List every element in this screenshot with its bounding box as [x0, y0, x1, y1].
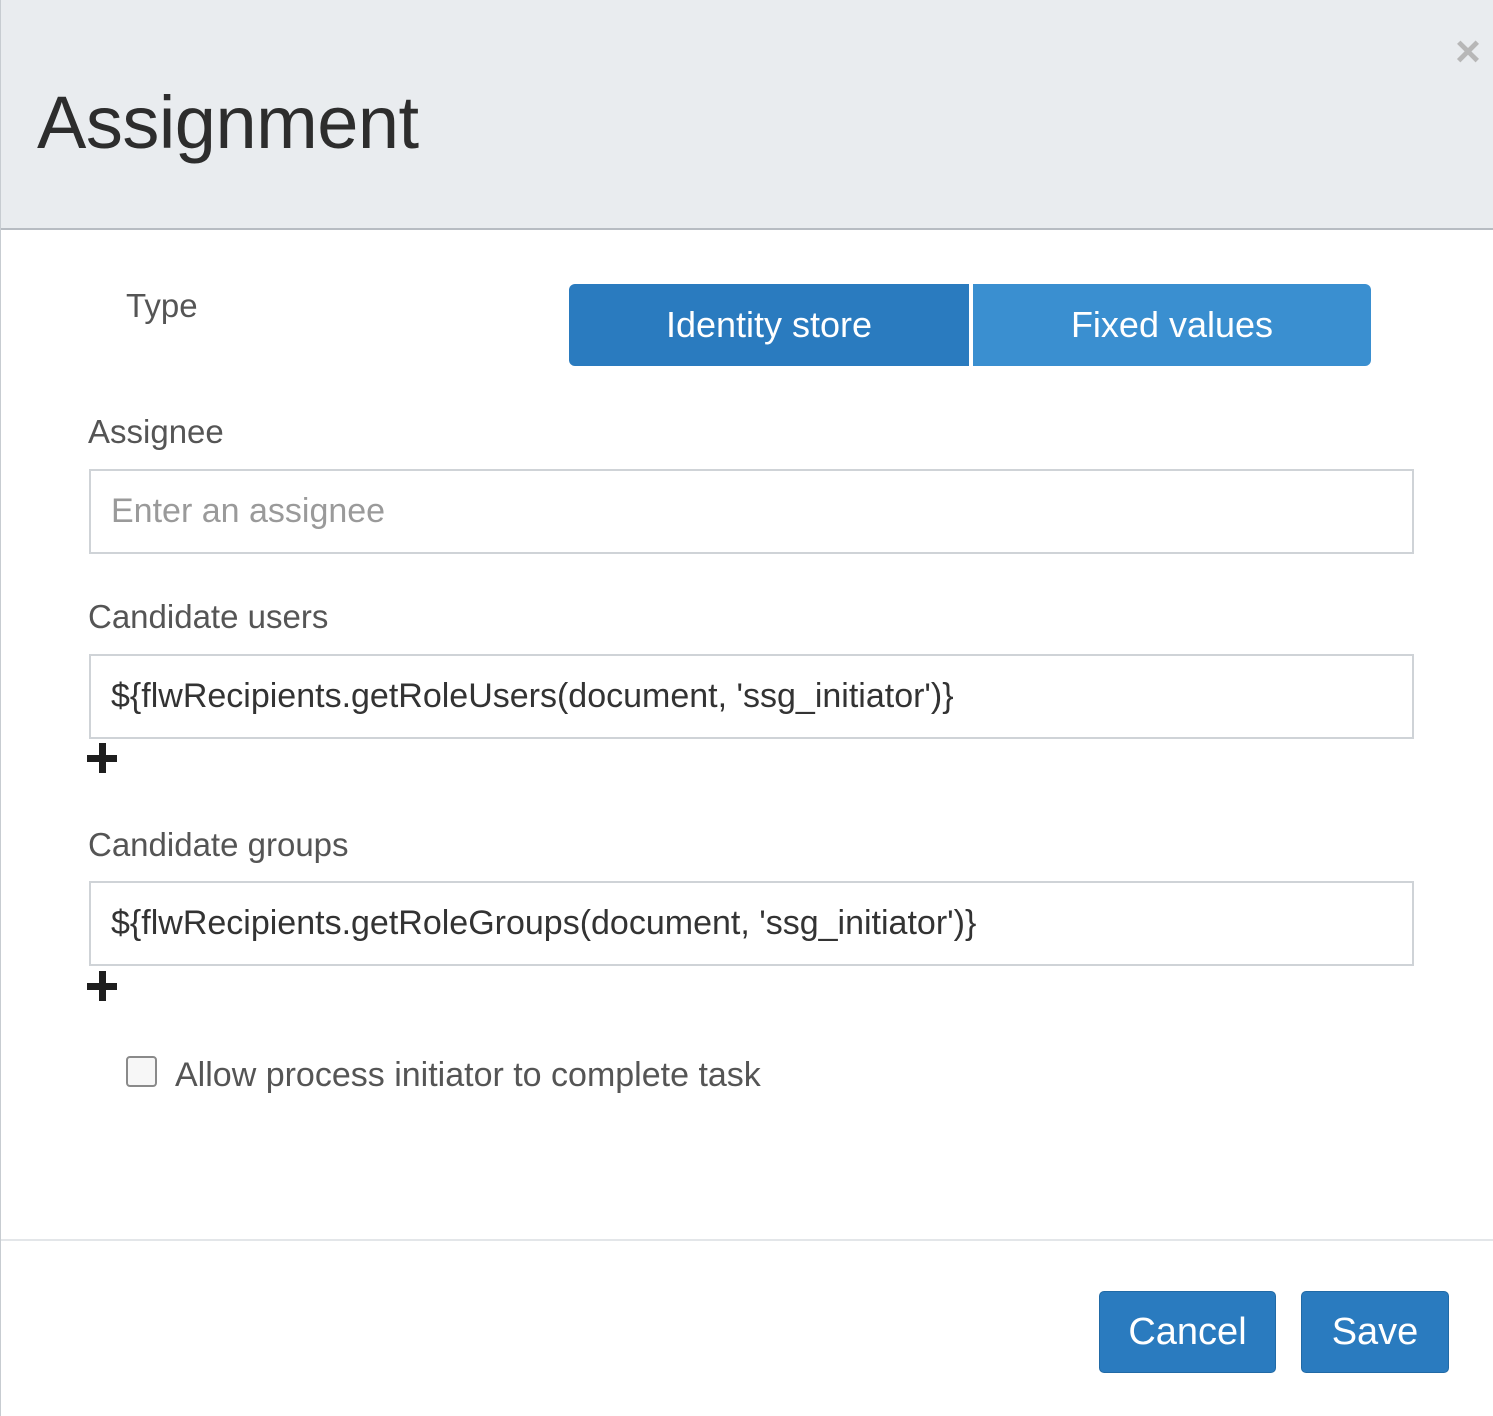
allow-initiator-label: Allow process initiator to complete task	[175, 1056, 761, 1094]
dialog-title: Assignment	[37, 81, 419, 164]
candidate-users-input[interactable]	[89, 654, 1414, 739]
candidate-groups-input[interactable]	[89, 881, 1414, 966]
assignee-input[interactable]	[89, 469, 1414, 554]
cancel-button[interactable]: Cancel	[1099, 1291, 1276, 1373]
plus-icon[interactable]	[87, 971, 117, 1001]
save-button[interactable]: Save	[1301, 1291, 1449, 1373]
identity-store-button[interactable]: Identity store	[569, 284, 969, 366]
plus-icon[interactable]	[87, 743, 117, 773]
type-label: Type	[126, 287, 198, 324]
candidate-groups-label: Candidate groups	[88, 826, 349, 863]
allow-initiator-checkbox[interactable]	[126, 1056, 157, 1087]
dialog-header: Assignment ×	[1, 0, 1493, 230]
fixed-values-button[interactable]: Fixed values	[973, 284, 1371, 366]
close-icon[interactable]: ×	[1448, 28, 1488, 76]
type-button-group: Identity store Fixed values	[569, 284, 1371, 366]
footer-divider	[1, 1239, 1493, 1241]
candidate-users-label: Candidate users	[88, 598, 329, 635]
assignee-label: Assignee	[88, 413, 224, 450]
assignment-dialog: Assignment × Type Identity store Fixed v…	[0, 0, 1493, 1416]
